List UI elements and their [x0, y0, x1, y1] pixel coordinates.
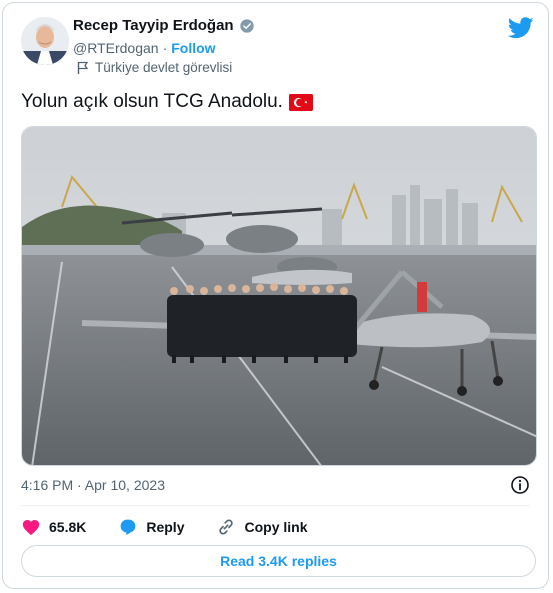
flag-outline-icon	[77, 61, 89, 74]
avatar[interactable]	[21, 17, 69, 65]
link-icon	[219, 519, 234, 535]
author-handle[interactable]: @RTErdogan	[73, 40, 159, 56]
reply-bubble-icon	[120, 519, 136, 536]
turkish-flag-emoji-icon	[288, 93, 313, 111]
copy-link-button[interactable]: Copy link	[216, 517, 308, 537]
author-name[interactable]: Recep Tayyip Erdoğan	[73, 17, 234, 34]
reply-label: Reply	[146, 519, 185, 535]
tweet-timestamp[interactable]: 4:16 PM · Apr 10, 2023	[21, 477, 165, 493]
tweet-card: Recep Tayyip Erdoğan @RTErdogan · Follow…	[2, 2, 549, 589]
like-count: 65.8K	[49, 519, 87, 535]
read-replies-label: Read 3.4K replies	[220, 553, 337, 569]
account-label-text: Türkiye devlet görevlisi	[95, 60, 233, 75]
verified-badge-icon	[239, 18, 254, 33]
divider	[21, 505, 530, 506]
action-bar: 65.8K Reply Copy link	[21, 517, 340, 537]
author-name-row: Recep Tayyip Erdoğan	[73, 17, 255, 34]
like-button[interactable]: 65.8K	[21, 518, 86, 536]
copy-link-label: Copy link	[244, 519, 308, 535]
reply-button[interactable]: Reply	[118, 518, 184, 536]
heart-icon	[22, 520, 40, 536]
tweet-text-row: Yolun açık olsun TCG Anadolu.	[21, 91, 313, 113]
account-label: Türkiye devlet görevlisi	[77, 60, 232, 75]
tweet-photo[interactable]	[21, 126, 537, 466]
read-replies-button[interactable]: Read 3.4K replies	[21, 545, 536, 577]
handle-row: @RTErdogan · Follow	[73, 40, 216, 56]
separator-dot: ·	[162, 40, 168, 56]
twitter-logo-icon[interactable]	[508, 17, 534, 39]
info-icon[interactable]	[510, 475, 530, 495]
tweet-text: Yolun açık olsun TCG Anadolu.	[21, 91, 283, 112]
follow-button[interactable]: Follow	[171, 40, 215, 56]
